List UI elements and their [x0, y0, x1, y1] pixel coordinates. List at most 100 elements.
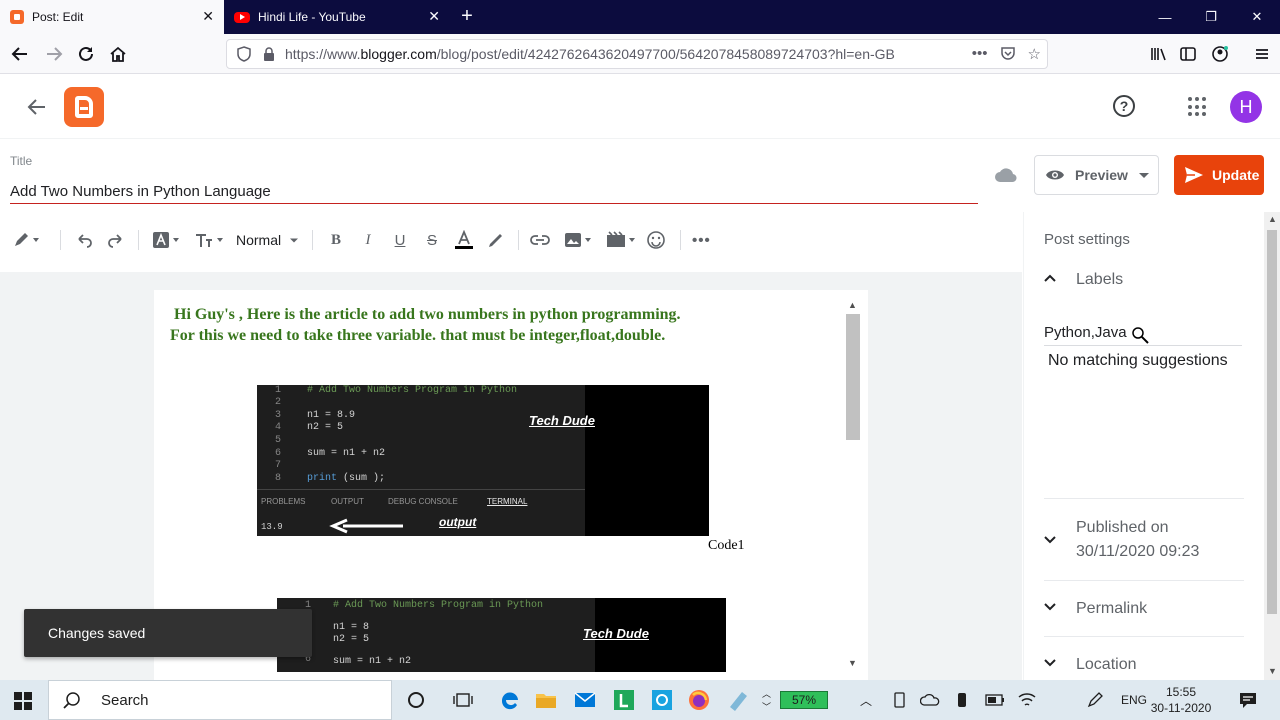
- blogger-logo[interactable]: [64, 87, 104, 127]
- l-app-icon[interactable]: [612, 688, 636, 712]
- link-icon[interactable]: [530, 228, 550, 252]
- home-icon[interactable]: [104, 40, 132, 68]
- library-icon[interactable]: [1144, 40, 1172, 68]
- back-icon[interactable]: [6, 40, 34, 68]
- tab-post-edit[interactable]: Post: Edit ✕: [0, 0, 224, 34]
- panel-tab: OUTPUT: [331, 497, 364, 506]
- code-screenshot-image[interactable]: 1 6 # Add Two Numbers Program in Python …: [277, 598, 726, 672]
- strikethrough-icon[interactable]: S: [424, 228, 440, 252]
- editor-scrollbar[interactable]: ▲ ▼: [846, 298, 860, 672]
- scrollbar-thumb[interactable]: [846, 314, 860, 440]
- bookmark-star-icon[interactable]: ☆: [1028, 45, 1041, 65]
- onedrive-icon[interactable]: [918, 688, 942, 712]
- url-domain: blogger.com: [360, 46, 437, 62]
- restore-icon[interactable]: ❐: [1188, 0, 1234, 34]
- code-screenshot-image[interactable]: 1 2 3 4 5 6 7 8 # Add Two Numbers Progra…: [257, 385, 709, 536]
- notifications-icon[interactable]: [1236, 688, 1260, 712]
- undo-icon[interactable]: [74, 228, 94, 252]
- google-apps-icon[interactable]: [1188, 97, 1208, 117]
- scroll-up-icon[interactable]: ▲: [848, 300, 857, 310]
- url-bar[interactable]: https://www.blogger.com/blog/post/edit/4…: [226, 39, 1048, 69]
- new-tab-icon[interactable]: +: [456, 5, 478, 27]
- more-options-icon[interactable]: •••: [692, 228, 711, 252]
- scroll-down-icon[interactable]: ▼: [1268, 666, 1277, 676]
- taskbar-clock[interactable]: 15:55 30-11-2020: [1148, 684, 1214, 716]
- taskbar-scroll-arrows[interactable]: ︿ ﹀: [762, 680, 771, 720]
- emoji-icon[interactable]: [646, 228, 666, 252]
- editor-paragraph[interactable]: For this we need to take three variable.…: [170, 327, 665, 345]
- battery-icon[interactable]: [983, 688, 1007, 712]
- published-section-toggle[interactable]: Published on 30/11/2020 09:23: [1044, 516, 1244, 564]
- close-tab-icon[interactable]: ✕: [202, 9, 214, 23]
- scroll-down-icon[interactable]: ▼: [848, 658, 857, 668]
- page-scrollbar[interactable]: ▲ ▼: [1264, 212, 1280, 680]
- tab-youtube[interactable]: Hindi Life - YouTube ✕: [224, 0, 450, 34]
- insert-image-icon[interactable]: [564, 228, 591, 252]
- chevron-down-icon: [1044, 659, 1056, 667]
- scrollbar-thumb[interactable]: [1267, 230, 1277, 614]
- network-icon[interactable]: [1015, 688, 1039, 712]
- back-arrow-icon[interactable]: [24, 94, 50, 120]
- bold-icon[interactable]: B: [328, 228, 344, 252]
- snackbar-message: Changes saved: [48, 625, 146, 641]
- page-actions-icon[interactable]: •••: [972, 45, 988, 65]
- close-tab-icon[interactable]: ✕: [428, 9, 440, 23]
- paragraph-format-select[interactable]: Normal: [236, 228, 299, 252]
- redo-icon[interactable]: [106, 228, 126, 252]
- location-section-toggle[interactable]: Location: [1044, 653, 1244, 677]
- language-indicator[interactable]: ENG: [1121, 680, 1147, 720]
- toolbar-divider: [680, 230, 681, 250]
- file-explorer-icon[interactable]: [534, 688, 558, 712]
- forward-icon[interactable]: [40, 40, 68, 68]
- phone-link-icon[interactable]: [888, 688, 912, 712]
- blue-app-icon[interactable]: [650, 688, 674, 712]
- image-caption[interactable]: Code1: [708, 538, 745, 554]
- close-window-icon[interactable]: ✕: [1234, 0, 1280, 34]
- code-line: n1 = 8: [333, 622, 370, 633]
- code-line: sum = n1 + n2: [307, 448, 386, 459]
- edge-browser-icon[interactable]: [498, 688, 522, 712]
- tracking-shield-icon[interactable]: [237, 46, 251, 62]
- highlight-icon[interactable]: [486, 228, 506, 252]
- battery-indicator[interactable]: 57%: [780, 691, 828, 709]
- pen-icon[interactable]: [1083, 688, 1107, 712]
- firefox-icon[interactable]: [687, 688, 711, 712]
- lock-icon[interactable]: [263, 47, 275, 61]
- code-line: n2 = 5: [333, 634, 370, 645]
- windows-start-icon[interactable]: [14, 692, 32, 710]
- underline-icon[interactable]: U: [392, 228, 408, 252]
- minimize-icon[interactable]: —: [1142, 0, 1188, 34]
- toolbar-divider: [138, 230, 139, 250]
- font-family-icon[interactable]: [152, 228, 179, 252]
- font-size-icon[interactable]: [194, 228, 223, 252]
- taskbar-search-box[interactable]: Search: [48, 680, 392, 720]
- avatar[interactable]: H: [1230, 91, 1262, 123]
- compose-mode-icon[interactable]: [12, 228, 39, 252]
- url-text[interactable]: https://www.blogger.com/blog/post/edit/4…: [285, 46, 895, 62]
- menu-icon[interactable]: [1248, 40, 1276, 68]
- pocket-icon[interactable]: [1000, 45, 1016, 65]
- text-color-icon[interactable]: [454, 228, 474, 252]
- show-hidden-icons-icon[interactable]: ︿: [860, 680, 872, 720]
- clock-time: 15:55: [1165, 685, 1197, 699]
- preview-button[interactable]: Preview: [1034, 155, 1130, 195]
- account-icon[interactable]: [1206, 40, 1234, 68]
- editor-paragraph[interactable]: Hi Guy's , Here is the article to add tw…: [174, 306, 681, 324]
- scroll-up-icon[interactable]: ▲: [1268, 214, 1277, 224]
- task-view-icon[interactable]: [451, 688, 475, 712]
- help-icon[interactable]: ?: [1113, 95, 1135, 117]
- permalink-section-toggle[interactable]: Permalink: [1044, 597, 1244, 621]
- app-icon[interactable]: [726, 688, 750, 712]
- usb-icon[interactable]: [950, 688, 974, 712]
- cortana-icon[interactable]: [404, 688, 428, 712]
- sidebar-toggle-icon[interactable]: [1174, 40, 1202, 68]
- italic-icon[interactable]: I: [360, 228, 376, 252]
- reload-icon[interactable]: [72, 40, 100, 68]
- preview-dropdown-button[interactable]: [1129, 155, 1159, 195]
- cursor-magnifier-icon: [1132, 327, 1149, 344]
- mail-icon[interactable]: [573, 688, 597, 712]
- update-button[interactable]: Update: [1174, 155, 1264, 195]
- labels-section-toggle[interactable]: Labels: [1044, 268, 1244, 292]
- insert-video-icon[interactable]: [606, 228, 635, 252]
- post-title-input[interactable]: [10, 180, 978, 204]
